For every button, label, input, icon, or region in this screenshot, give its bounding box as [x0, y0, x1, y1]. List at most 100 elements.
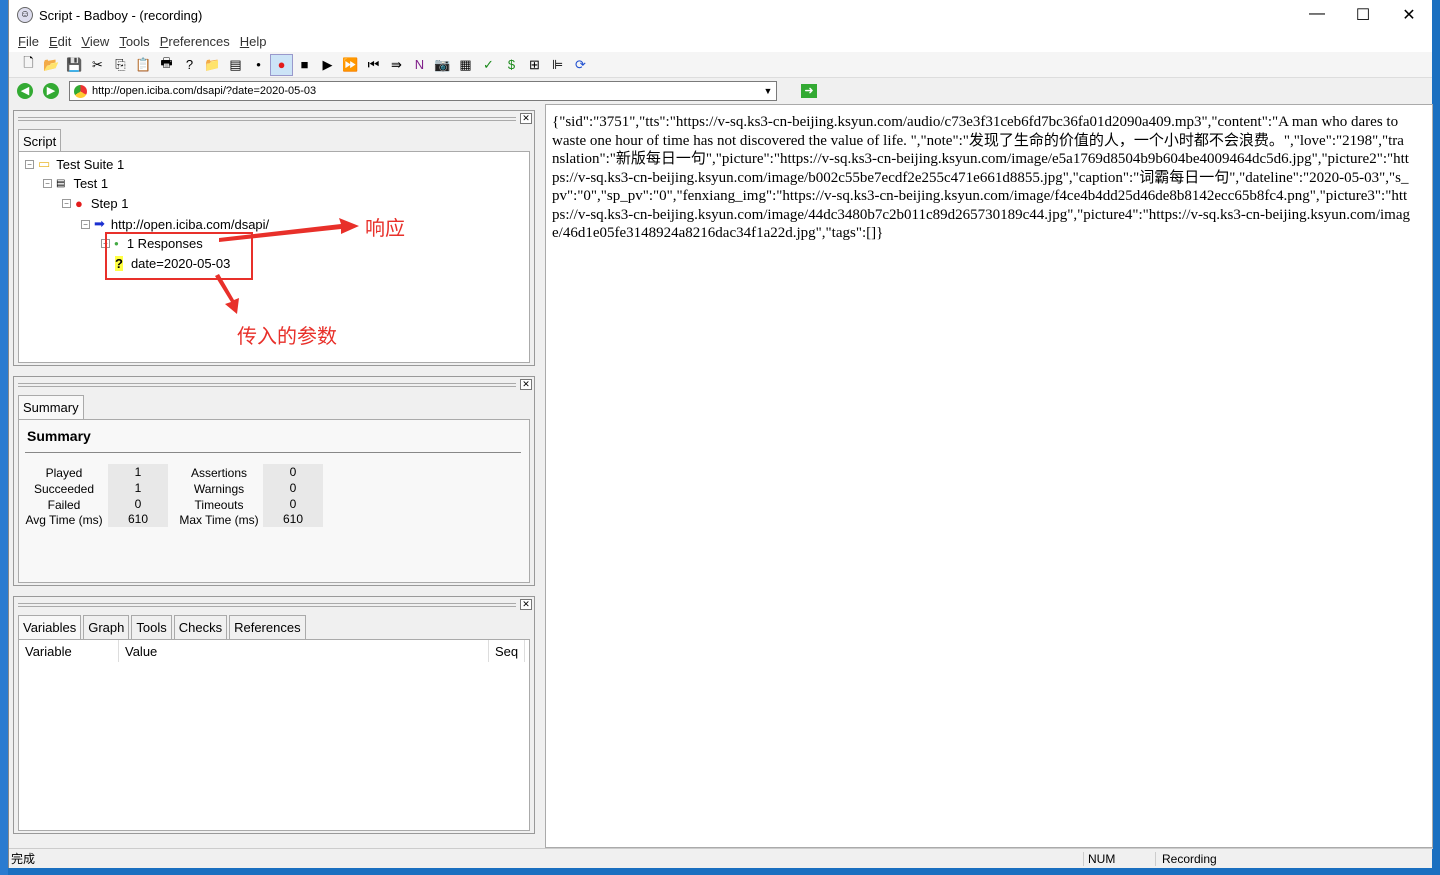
help-icon[interactable]: ?	[178, 57, 201, 72]
tab-checks[interactable]: Checks	[173, 615, 228, 639]
tab-tools[interactable]: Tools	[131, 615, 172, 639]
add-test-icon[interactable]: ▤	[224, 57, 247, 73]
annotation-params: 传入的参数	[237, 326, 337, 348]
script-tree: − ▭ Test Suite 1 − ▤ Test 1 − ● Step 1 − ➡ http:…	[18, 151, 530, 363]
paste-icon[interactable]: 📋	[132, 57, 155, 73]
script-panel: ✕ Script − ▭ Test Suite 1 − ▤ Test 1 − ● Step …	[13, 110, 535, 366]
menu-tools[interactable]: Tools	[119, 34, 149, 49]
badboy-logo-icon: ☺	[17, 7, 33, 23]
url-input[interactable]: http://open.iciba.com/dsapi/?date=2020-0…	[69, 81, 777, 101]
stat-value: 1	[108, 480, 168, 496]
stat-label: Warnings	[193, 482, 245, 496]
save-icon[interactable]: 💾	[63, 57, 86, 73]
stat-label: Max Time (ms)	[179, 513, 259, 527]
menu-help[interactable]: Help	[240, 34, 267, 49]
dollar-icon[interactable]: $	[500, 57, 523, 72]
back-button[interactable]: ◀	[17, 83, 33, 99]
tab-references[interactable]: References	[229, 615, 306, 639]
camera-icon[interactable]: 📷	[431, 57, 454, 73]
status-text: 完成	[11, 852, 36, 866]
close-panel-button[interactable]: ✕	[520, 599, 532, 610]
go-button[interactable]: ➜	[801, 84, 817, 98]
tab-variables[interactable]: Variables	[18, 615, 82, 639]
summary-panel: ✕ Summary Summary Played 1 Succeeded 1 Faile…	[13, 376, 535, 586]
browser-icon	[74, 84, 87, 98]
forward-button[interactable]: ▶	[43, 83, 59, 99]
maximize-button[interactable]: ☐	[1340, 5, 1386, 25]
play-icon[interactable]: ▶	[316, 57, 339, 73]
menu-preferences[interactable]: Preferences	[160, 34, 230, 49]
print-icon[interactable]: 🖶	[155, 54, 178, 76]
stat-value: 610	[108, 511, 168, 527]
close-panel-button[interactable]: ✕	[520, 113, 532, 124]
stat-value: 1	[108, 464, 168, 480]
stat-label: Failed	[47, 498, 81, 512]
address-bar: ◀ ▶ http://open.iciba.com/dsapi/?date=20…	[9, 78, 1432, 104]
close-button[interactable]: ✕	[1386, 5, 1432, 25]
add-step-icon[interactable]: •	[247, 57, 270, 72]
chevron-down-icon[interactable]: ▼	[760, 86, 776, 96]
n-icon[interactable]: N	[408, 57, 431, 72]
stat-label: Avg Time (ms)	[25, 513, 103, 527]
tab-graph[interactable]: Graph	[83, 615, 130, 639]
summary-title: Summary	[27, 428, 91, 444]
title-bar: ☺ Script - Badboy - (recording) — ☐ ✕	[9, 0, 1432, 30]
tab-script[interactable]: Script	[18, 129, 62, 153]
response-body: {"sid":"3751","tts":"https://v-sq.ks3-cn…	[552, 114, 1410, 241]
menu-view[interactable]: View	[81, 34, 109, 49]
copy-icon[interactable]: ⎘	[109, 57, 132, 73]
arrow-to-response	[219, 218, 359, 242]
rewind-icon[interactable]: ⏮	[362, 57, 385, 73]
left-pane: ✕ Script − ▭ Test Suite 1 − ▤ Test 1 − ● Step …	[11, 104, 538, 848]
variables-table: Variable Value Seq	[18, 639, 530, 831]
stat-value: 0	[263, 496, 323, 512]
new-icon[interactable]: 🗋	[17, 54, 40, 76]
record-icon[interactable]: ●	[270, 53, 293, 76]
stat-label: Played	[45, 466, 83, 480]
variables-panel: ✕ Variables Graph Tools Checks Reference…	[13, 596, 535, 834]
chart-icon[interactable]: ⊫	[546, 57, 569, 73]
table-header: Variable Value Seq	[19, 640, 529, 662]
menu-file[interactable]: File	[18, 34, 39, 49]
column-seq[interactable]: Seq	[489, 640, 525, 662]
stat-label: Assertions	[190, 466, 248, 480]
minimize-button[interactable]: —	[1294, 5, 1340, 25]
status-bar: 完成 NUM Recording	[9, 848, 1433, 868]
panel-grip[interactable]	[18, 117, 516, 121]
stop-icon[interactable]: ■	[293, 57, 316, 72]
stat-label: Timeouts	[194, 498, 244, 512]
divider	[25, 452, 521, 453]
url-text: http://open.iciba.com/dsapi/?date=2020-0…	[92, 85, 317, 97]
step-icon[interactable]: ⇛	[385, 57, 408, 73]
refresh-icon[interactable]: ⟳	[569, 57, 592, 73]
stat-value: 0	[263, 480, 323, 496]
desktop-strip	[0, 0, 8, 875]
panel-grip[interactable]	[18, 603, 516, 607]
arrow-to-params	[215, 274, 239, 314]
stat-label: Succeeded	[33, 482, 95, 496]
open-icon[interactable]: 📂	[40, 57, 63, 73]
table-icon[interactable]: ⊞	[523, 57, 546, 73]
status-num: NUM	[1083, 851, 1123, 866]
stat-value: 610	[263, 511, 323, 527]
close-panel-button[interactable]: ✕	[520, 379, 532, 390]
column-value[interactable]: Value	[119, 640, 489, 662]
annotation-response: 响应	[365, 218, 405, 240]
check-icon[interactable]: ✓	[477, 57, 500, 73]
panel-grip[interactable]	[18, 383, 516, 387]
response-view: {"sid":"3751","tts":"https://v-sq.ks3-cn…	[545, 104, 1433, 848]
menu-edit[interactable]: Edit	[49, 34, 71, 49]
status-mode: Recording	[1155, 851, 1415, 866]
window-title: Script - Badboy - (recording)	[39, 7, 203, 23]
play-all-icon[interactable]: ⏩	[339, 57, 362, 73]
report-icon[interactable]: ▦	[454, 57, 477, 73]
stat-value: 0	[263, 464, 323, 480]
column-variable[interactable]: Variable	[19, 640, 119, 662]
badboy-window: ☺ Script - Badboy - (recording) — ☐ ✕ Fi…	[8, 0, 1433, 868]
menu-bar: File Edit View Tools Preferences Help	[9, 30, 1432, 52]
cut-icon[interactable]: ✂	[86, 57, 109, 73]
summary-box: Summary Played 1 Succeeded 1 Failed 0 Avg Time…	[18, 419, 530, 583]
tab-summary[interactable]: Summary	[18, 395, 84, 419]
add-suite-icon[interactable]: 📁	[201, 57, 224, 73]
stat-value: 0	[108, 496, 168, 512]
